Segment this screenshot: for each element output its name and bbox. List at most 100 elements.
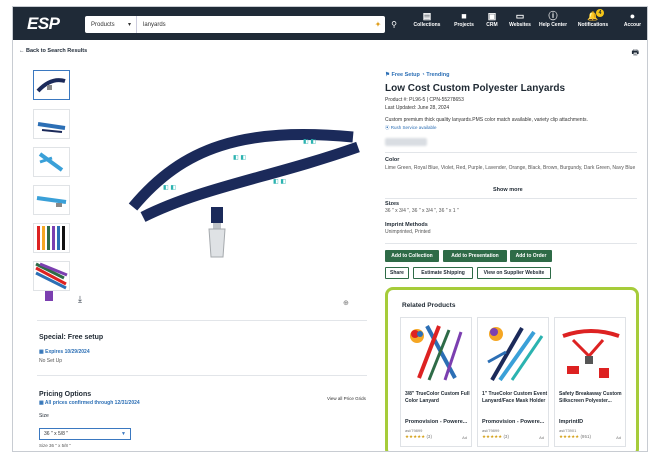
print-icon[interactable]: 🖶 [631,47,639,61]
nav-websites[interactable]: ▭ Websites [505,11,535,28]
card-supplier[interactable]: ImprintID [559,419,625,425]
search-input[interactable]: lanyards [137,22,371,28]
estimate-shipping-button[interactable]: Estimate Shipping [413,267,473,279]
svg-text:◧ ◧: ◧ ◧ [303,139,316,145]
color-label: Color [385,157,400,163]
pricing-title: Pricing Options [39,391,92,398]
ad-label: Ad [616,435,621,440]
view-all-price-grids-link[interactable]: View all Price Grids [327,396,366,401]
last-updated: Last Updated: June 28, 2024 [385,105,450,111]
esp-logo[interactable]: ESP [27,14,60,34]
price-range-blurred [385,138,427,146]
related-product-card[interactable]: 3/8" TrueColor Custom Full Color Lanyard… [400,317,472,447]
card-title: 3/8" TrueColor Custom Full Color Lanyard [405,391,470,404]
product-number: Product #: PL96-5 | CPN-55278653 [385,97,464,103]
chevron-down-icon: ▼ [121,431,126,437]
size-select[interactable]: 36 " x 5/8 " ▼ [39,428,131,440]
thumbnail-7[interactable] [45,291,53,301]
card-title: Safety Breakaway Custom Silkscreen Polye… [559,391,622,404]
divider [385,198,637,199]
lanyard-thumb-image [38,152,64,172]
svg-text:◧ ◧: ◧ ◧ [163,185,176,191]
pricing-section-divider [37,375,367,376]
special-title: Special: Free setup [39,334,104,341]
related-products-title: Related Products [402,302,456,309]
user-icon: ● [629,11,636,21]
add-to-presentation-button[interactable]: Add to Presentation [443,250,507,262]
zoom-icon[interactable]: ⊕ [343,299,349,307]
pricing-confirmed: ▦ All prices confirmed through 12/31/202… [39,400,140,406]
nav-notifications[interactable]: 🔔 4 Notifications [572,9,614,28]
magic-wand-icon[interactable]: ✦ [371,20,385,29]
notification-badge: 4 [596,9,604,17]
size-note: Size 36 " x 5/8 " [39,443,71,448]
lanyard-thumb-image [37,226,65,250]
size-label: Size [39,413,49,419]
search-icon[interactable]: ⚲ [387,16,401,33]
view-supplier-website-button[interactable]: View on Supplier Website [477,267,551,279]
back-to-results-link[interactable]: ← Back to Search Results [19,48,87,54]
card-asi: asi/73901 [559,428,577,433]
main-product-image: ◧ ◧ ◧ ◧ ◧ ◧ ◧ ◧ [128,129,360,258]
special-note: No Set Up [39,358,63,364]
product-tags: ⚑ Free Setup ◔ Trending [385,72,450,78]
rating-stars: ★★★★★ (3) [405,434,432,439]
related-product-card[interactable]: 1" TrueColor Custom Event Lanyard/Face M… [477,317,549,447]
divider [385,152,637,153]
crm-icon: ▣ [487,11,497,21]
product-description: Custom premium thick quality lanyards.PM… [385,117,588,123]
product-thumb-image [410,325,463,381]
screenshot-frame: ESP Products ▾ lanyards ✦ ⚲ ▤ Collections … [0,0,656,461]
special-expiry: ▦ Expires 10/29/2024 [39,349,90,355]
thumbnail-2[interactable] [33,109,70,139]
folder-icon: ■ [461,11,467,21]
nav-help-center[interactable]: ⓘ Help Center [535,11,571,28]
sizes-values: 36 " x 3/4 ", 36 " x 3/4 ", 36 " x 1 " [385,208,459,214]
top-nav: ESP Products ▾ lanyards ✦ ⚲ ▤ Collections … [13,7,647,40]
product-thumb-image [562,329,620,378]
imprint-label: Imprint Methods [385,222,428,228]
monitor-icon: ▭ [515,11,525,21]
rating-stars: ★★★★★ (951) [559,434,591,439]
thumbnail-5[interactable] [33,223,70,253]
app-window: ESP Products ▾ lanyards ✦ ⚲ ▤ Collections … [12,6,648,452]
divider [385,243,637,244]
show-more-button[interactable]: Show more [493,187,523,193]
rush-service-link[interactable]: ⦿ Rush Service available [385,125,437,131]
card-asi: asi/79899 [482,428,500,433]
related-product-card[interactable]: Safety Breakaway Custom Silkscreen Polye… [554,317,626,447]
rating-stars: ★★★★★ (3) [482,434,509,439]
lanyard-thumb-image [36,78,66,93]
share-button[interactable]: Share [385,267,409,279]
chevron-down-icon: ▾ [127,22,131,28]
nav-crm[interactable]: ▣ CRM [481,11,503,28]
search-scope-select[interactable]: Products ▾ [85,16,137,33]
download-icon[interactable]: ⤓ [78,294,82,305]
nav-collections[interactable]: ▤ Collections [407,11,447,28]
thumbnail-3[interactable] [33,147,70,177]
product-thumb-image [487,327,544,382]
product-title: Low Cost Custom Polyester Lanyards [385,83,566,94]
collections-icon: ▤ [422,11,432,21]
imprint-values: Unimprinted, Printed [385,229,431,235]
thumbnail-6[interactable] [33,261,70,291]
thumbnail-4[interactable] [33,185,70,215]
svg-text:◧ ◧: ◧ ◧ [273,179,286,185]
add-to-order-button[interactable]: Add to Order [510,250,552,262]
thumbnail-1[interactable] [33,70,70,100]
ad-label: Ad [462,435,467,440]
special-section-divider [37,320,367,321]
lanyard-thumb-image [35,262,68,290]
bell-icon: 🔔 [587,11,599,21]
nav-projects[interactable]: ■ Projects [449,11,479,28]
svg-text:◧ ◧: ◧ ◧ [233,155,246,161]
card-supplier[interactable]: Promovision - Powere... [405,419,471,425]
color-values: Lime Green, Royal Blue, Violet, Red, Pur… [385,165,636,171]
card-asi: asi/79899 [405,428,423,433]
nav-account[interactable]: ● Accour [616,11,647,28]
card-supplier[interactable]: Promovision - Powere... [482,419,548,425]
lanyard-thumb-image [36,196,67,207]
info-icon: ⓘ [548,11,558,21]
add-to-collection-button[interactable]: Add to Collection [385,250,439,262]
search-bar: Products ▾ lanyards ✦ [85,16,385,33]
